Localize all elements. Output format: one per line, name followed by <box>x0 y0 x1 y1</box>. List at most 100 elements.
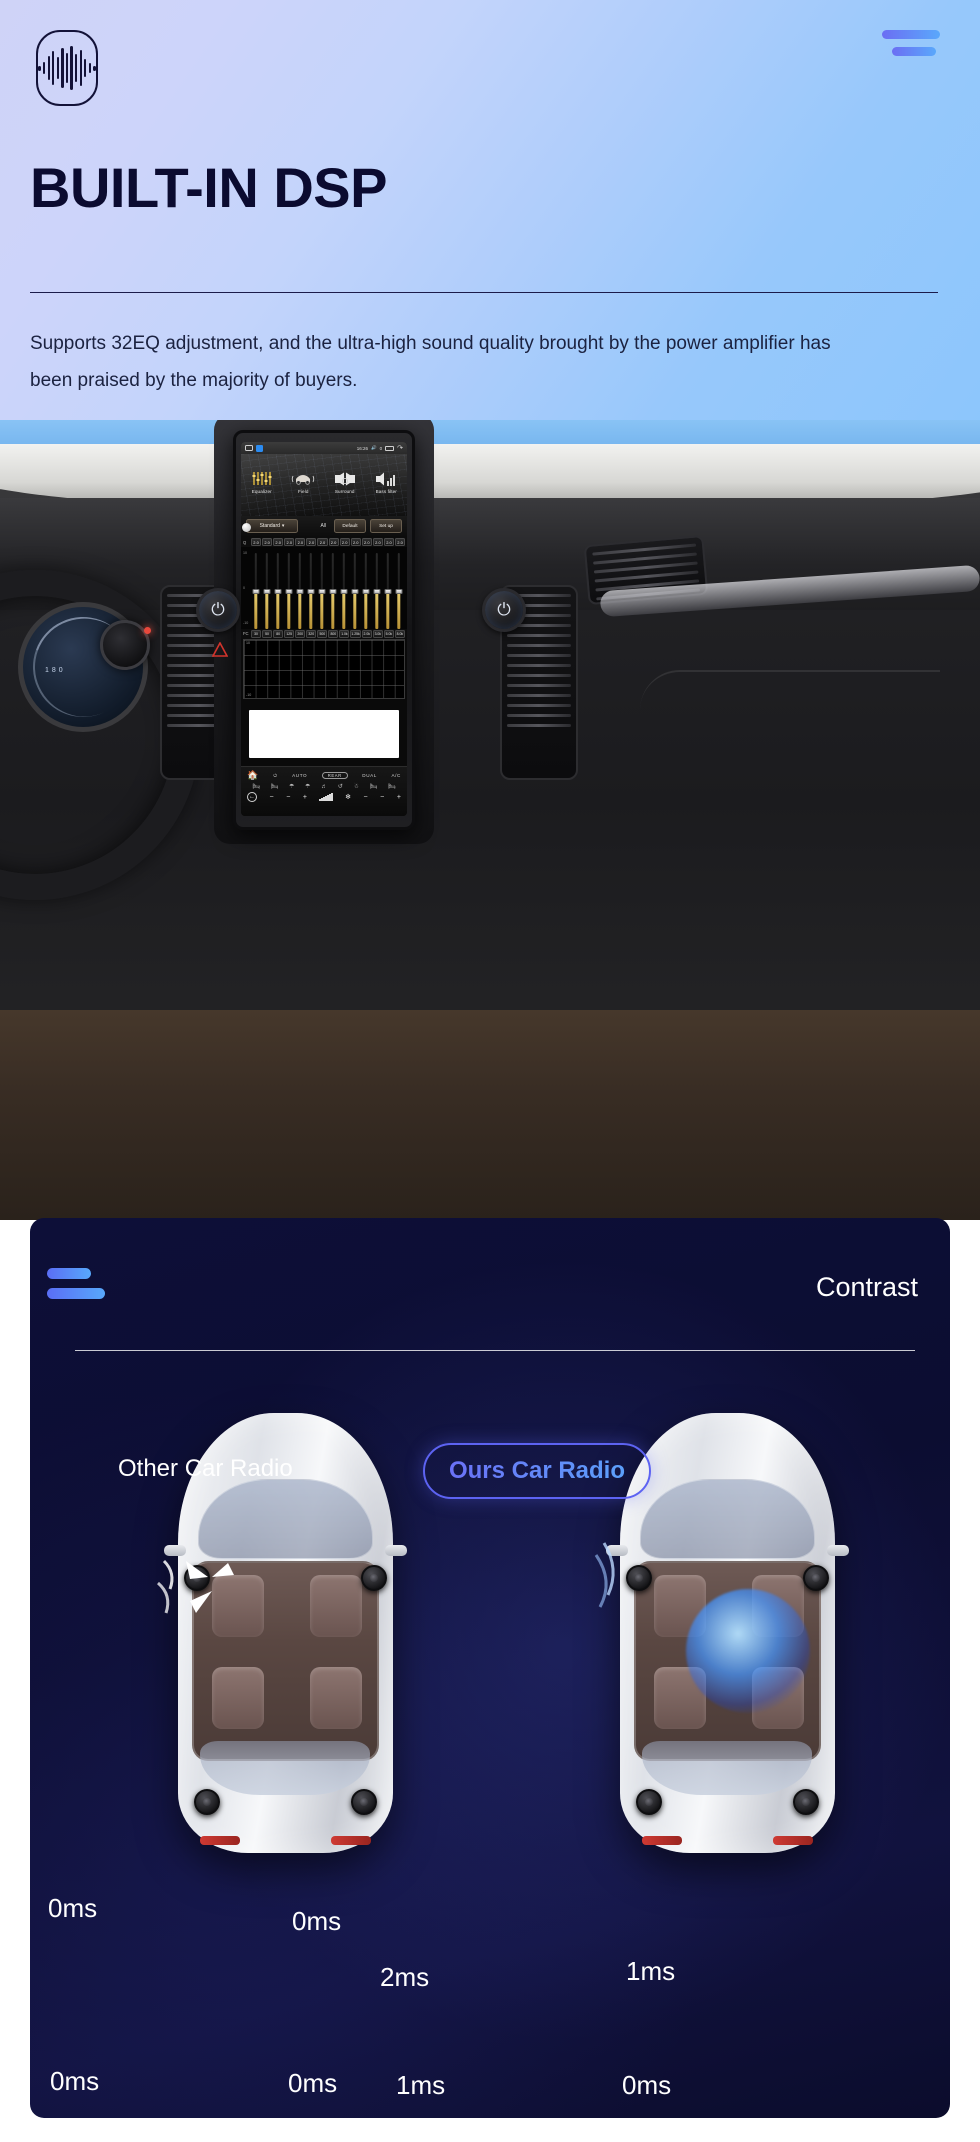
eq-slider-6[interactable] <box>317 553 327 629</box>
eq-slider-9[interactable] <box>350 553 360 629</box>
eq-thumb-10[interactable] <box>362 588 370 594</box>
q-cell-2[interactable]: 2.0 <box>273 538 284 546</box>
seat-vent-right-icon[interactable]: 🛏 <box>388 783 396 790</box>
airflow-face-icon[interactable]: ♬ <box>321 784 327 790</box>
q-cell-9[interactable]: 2.0 <box>350 538 361 546</box>
seat-heat-right-icon[interactable]: 🛏 <box>271 783 279 790</box>
head-unit-screen[interactable]: 16:26 🔊 0 ↷ Equalizer Field Surround Bas… <box>241 442 407 816</box>
ours-car-radio-button[interactable]: Ours Car Radio <box>423 1443 651 1499</box>
q-cell-7[interactable]: 2.0 <box>328 538 339 546</box>
q-cell-12[interactable]: 2.0 <box>383 538 395 546</box>
eq-thumb-6[interactable] <box>318 588 326 594</box>
q-cell-3[interactable]: 2.0 <box>284 538 295 546</box>
temp-minus-right[interactable]: − <box>364 794 368 801</box>
power-icon[interactable]: ⏻ <box>273 773 277 778</box>
eq-thumb-8[interactable] <box>340 588 348 594</box>
tab-surround[interactable]: Surround <box>325 470 365 494</box>
q-cell-1[interactable]: 2.0 <box>262 538 273 546</box>
temp-plus-right[interactable]: + <box>397 794 401 801</box>
equalizer-sliders[interactable]: 10 0 -10 <box>241 547 407 629</box>
eq-slider-5[interactable] <box>306 553 316 629</box>
eq-slider-11[interactable] <box>372 553 382 629</box>
auto-label[interactable]: AUTO <box>292 773 307 778</box>
setup-button[interactable]: Set up <box>370 519 402 533</box>
home-icon[interactable]: 🏠 <box>247 770 259 781</box>
fc-cell-0[interactable]: 30 <box>251 630 262 638</box>
preset-knob[interactable] <box>242 523 251 532</box>
back-arrow-circle-icon[interactable]: ← <box>247 792 257 802</box>
power-knob-right[interactable]: ⏻ <box>482 588 526 632</box>
q-cell-5[interactable]: 2.0 <box>306 538 317 546</box>
temp-plus-left[interactable]: + <box>303 794 307 801</box>
eq-slider-0[interactable] <box>251 553 261 629</box>
eq-slider-8[interactable] <box>339 553 349 629</box>
eq-slider-2[interactable] <box>273 553 283 629</box>
eq-slider-7[interactable] <box>328 553 338 629</box>
eq-thumb-11[interactable] <box>373 588 381 594</box>
power-knob-left[interactable]: ⏻ <box>196 588 240 632</box>
temp-minus-right-2[interactable]: − <box>380 794 384 801</box>
fc-cell-11[interactable]: 3.0k <box>372 630 383 638</box>
eq-slider-1[interactable] <box>262 553 272 629</box>
eq-thumb-7[interactable] <box>329 588 337 594</box>
tab-equalizer[interactable]: Equalizer <box>242 470 282 494</box>
preset-dropdown[interactable]: Standard ▾ <box>246 519 298 533</box>
fc-cell-7[interactable]: 800 <box>328 630 339 638</box>
engine-start-button[interactable] <box>100 620 151 670</box>
recirculate-icon[interactable]: ↺ <box>338 783 343 790</box>
seat-heat-left-icon[interactable]: 🛏 <box>252 783 260 790</box>
eq-slider-12[interactable] <box>383 553 393 629</box>
eq-thumb-0[interactable] <box>252 588 260 594</box>
tab-bass-filter[interactable]: Bass filter <box>366 470 406 494</box>
fan-speed-bars[interactable] <box>319 793 333 801</box>
eq-slider-3[interactable] <box>284 553 294 629</box>
q-cell-10[interactable]: 2.0 <box>361 538 372 546</box>
airflow-feet-icon[interactable]: ☃ <box>354 783 359 790</box>
eq-thumb-13[interactable] <box>395 588 403 594</box>
eq-thumb-4[interactable] <box>296 588 304 594</box>
defrost-front-icon[interactable]: ☂ <box>289 783 294 790</box>
fc-cell-13[interactable]: 8.0k <box>394 630 405 638</box>
q-cell-6[interactable]: 2.0 <box>317 538 328 546</box>
hazard-light-button[interactable] <box>210 640 230 658</box>
eq-thumb-5[interactable] <box>307 588 315 594</box>
climate-control-bar[interactable]: 🏠 ⏻ AUTO REAR DUAL A/C 🛏 🛏 ☂ ☂ ♬ ↺ ☃ 🛏 🛏… <box>241 766 407 816</box>
eq-thumb-9[interactable] <box>351 588 359 594</box>
fc-cell-3[interactable]: 125 <box>284 630 295 638</box>
eq-slider-4[interactable] <box>295 553 305 629</box>
q-cell-4[interactable]: 2.0 <box>295 538 306 546</box>
fc-cell-5[interactable]: 320 <box>306 630 317 638</box>
fc-cell-6[interactable]: 500 <box>317 630 328 638</box>
rear-label[interactable]: REAR <box>321 772 348 779</box>
back-arrow-icon[interactable]: ↷ <box>397 445 403 452</box>
tab-field[interactable]: Field <box>283 470 323 494</box>
default-button[interactable]: Default <box>334 519 366 533</box>
eq-slider-10[interactable] <box>361 553 371 629</box>
q-cell-8[interactable]: 2.0 <box>339 538 350 546</box>
temp-minus-left[interactable]: − <box>270 794 274 801</box>
fc-cell-12[interactable]: 5.0k <box>383 630 394 638</box>
fc-cell-4[interactable]: 200 <box>295 630 306 638</box>
temp-minus-left-2[interactable]: − <box>286 794 290 801</box>
q-cell-0[interactable]: 2.0 <box>251 538 262 546</box>
eq-thumb-12[interactable] <box>384 588 392 594</box>
fc-cell-1[interactable]: 50 <box>262 630 273 638</box>
taillight-right <box>773 1836 813 1845</box>
eq-thumb-1[interactable] <box>263 588 271 594</box>
q-cell-13[interactable]: 2.0 <box>395 538 406 546</box>
q-cell-11[interactable]: 2.0 <box>372 538 383 546</box>
fc-cell-2[interactable]: 80 <box>273 630 284 638</box>
eq-thumb-2[interactable] <box>274 588 282 594</box>
seat-vent-left-icon[interactable]: 🛏 <box>370 783 378 790</box>
fc-cell-9[interactable]: 1.25k <box>350 630 361 638</box>
eq-thumb-3[interactable] <box>285 588 293 594</box>
fc-cell-8[interactable]: 1.0k <box>339 630 350 638</box>
hamburger-menu-icon[interactable] <box>882 30 940 56</box>
defrost-rear-icon[interactable]: ☂ <box>305 783 310 790</box>
fan-icon[interactable]: ❄ <box>345 793 351 801</box>
dual-label[interactable]: DUAL <box>362 773 377 778</box>
eq-slider-13[interactable] <box>394 553 404 629</box>
ac-label[interactable]: A/C <box>391 773 400 778</box>
fc-cell-10[interactable]: 2.0k <box>361 630 372 638</box>
all-label[interactable]: All <box>320 523 326 529</box>
